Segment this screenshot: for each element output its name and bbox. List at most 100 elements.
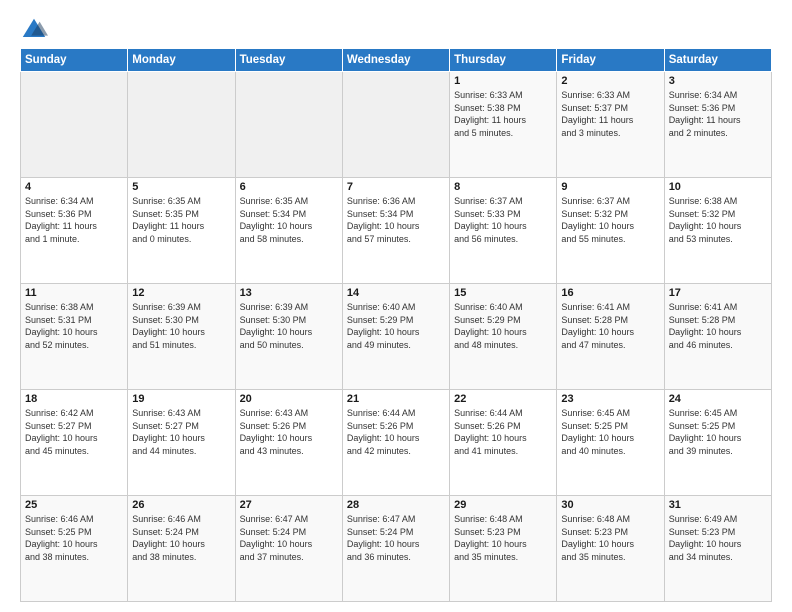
- calendar-week-4: 18 Sunrise: 6:42 AM Sunset: 5:27 PM Dayli…: [21, 390, 772, 496]
- calendar-cell: 6Sunrise: 6:35 AM Sunset: 5:34 PM Daylig…: [235, 178, 342, 284]
- day-number: 18: [25, 393, 123, 405]
- calendar-cell: 19 Sunrise: 6:43 AM Sunset: 5:27 PM Dayli…: [128, 390, 235, 496]
- calendar-cell: 1 Sunrise: 6:33 AM Sunset: 5:38 PM Daylig…: [450, 72, 557, 178]
- day-info: Sunrise: 6:40 AM Sunset: 5:29 PM Dayligh…: [454, 301, 552, 351]
- day-number: 30: [561, 499, 659, 511]
- calendar-week-5: 25 Sunrise: 6:46 AM Sunset: 5:25 PM Dayli…: [21, 496, 772, 602]
- day-number: 21: [347, 393, 445, 405]
- calendar-cell: 30 Sunrise: 6:48 AM Sunset: 5:23 PM Dayli…: [557, 496, 664, 602]
- day-info: Sunrise: 6:46 AM Sunset: 5:25 PM Dayligh…: [25, 513, 123, 563]
- calendar-cell: 25 Sunrise: 6:46 AM Sunset: 5:25 PM Dayli…: [21, 496, 128, 602]
- day-info: Sunrise: 6:43 AM Sunset: 5:27 PM Dayligh…: [132, 407, 230, 457]
- day-number: 24: [669, 393, 767, 405]
- calendar-cell: [235, 72, 342, 178]
- day-info: Sunrise: 6:39 AM Sunset: 5:30 PM Dayligh…: [240, 301, 338, 351]
- day-info: Sunrise: 6:44 AM Sunset: 5:26 PM Dayligh…: [347, 407, 445, 457]
- calendar-cell: 10Sunrise: 6:38 AM Sunset: 5:32 PM Dayli…: [664, 178, 771, 284]
- day-number: 5: [132, 181, 230, 193]
- calendar-cell: 5 Sunrise: 6:35 AM Sunset: 5:35 PM Daylig…: [128, 178, 235, 284]
- calendar-cell: 4 Sunrise: 6:34 AM Sunset: 5:36 PM Daylig…: [21, 178, 128, 284]
- day-number: 11: [25, 287, 123, 299]
- calendar-cell: 17Sunrise: 6:41 AM Sunset: 5:28 PM Dayli…: [664, 284, 771, 390]
- day-info: Sunrise: 6:45 AM Sunset: 5:25 PM Dayligh…: [669, 407, 767, 457]
- calendar-cell: 24 Sunrise: 6:45 AM Sunset: 5:25 PM Dayli…: [664, 390, 771, 496]
- day-info: Sunrise: 6:41 AM Sunset: 5:28 PM Dayligh…: [561, 301, 659, 351]
- day-number: 15: [454, 287, 552, 299]
- day-info: Sunrise: 6:46 AM Sunset: 5:24 PM Dayligh…: [132, 513, 230, 563]
- day-info: Sunrise: 6:48 AM Sunset: 5:23 PM Dayligh…: [561, 513, 659, 563]
- calendar-week-1: 1 Sunrise: 6:33 AM Sunset: 5:38 PM Daylig…: [21, 72, 772, 178]
- day-info: Sunrise: 6:33 AM Sunset: 5:38 PM Dayligh…: [454, 89, 552, 139]
- day-number: 12: [132, 287, 230, 299]
- day-number: 19: [132, 393, 230, 405]
- calendar-cell: 3 Sunrise: 6:34 AM Sunset: 5:36 PM Daylig…: [664, 72, 771, 178]
- calendar-cell: 20 Sunrise: 6:43 AM Sunset: 5:26 PM Dayli…: [235, 390, 342, 496]
- calendar-cell: 31 Sunrise: 6:49 AM Sunset: 5:23 PM Dayli…: [664, 496, 771, 602]
- calendar-header-monday: Monday: [128, 49, 235, 72]
- calendar-cell: [21, 72, 128, 178]
- calendar-cell: [342, 72, 449, 178]
- calendar-cell: 12 Sunrise: 6:39 AM Sunset: 5:30 PM Dayli…: [128, 284, 235, 390]
- day-info: Sunrise: 6:38 AM Sunset: 5:31 PM Dayligh…: [25, 301, 123, 351]
- day-info: Sunrise: 6:49 AM Sunset: 5:23 PM Dayligh…: [669, 513, 767, 563]
- calendar-cell: 27 Sunrise: 6:47 AM Sunset: 5:24 PM Dayli…: [235, 496, 342, 602]
- day-info: Sunrise: 6:38 AM Sunset: 5:32 PM Dayligh…: [669, 195, 767, 245]
- calendar-cell: 16 Sunrise: 6:41 AM Sunset: 5:28 PM Dayli…: [557, 284, 664, 390]
- day-info: Sunrise: 6:45 AM Sunset: 5:25 PM Dayligh…: [561, 407, 659, 457]
- day-number: 14: [347, 287, 445, 299]
- day-number: 7: [347, 181, 445, 193]
- day-info: Sunrise: 6:47 AM Sunset: 5:24 PM Dayligh…: [347, 513, 445, 563]
- day-info: Sunrise: 6:34 AM Sunset: 5:36 PM Dayligh…: [25, 195, 123, 245]
- day-number: 16: [561, 287, 659, 299]
- calendar-cell: 18 Sunrise: 6:42 AM Sunset: 5:27 PM Dayli…: [21, 390, 128, 496]
- day-info: Sunrise: 6:37 AM Sunset: 5:32 PM Dayligh…: [561, 195, 659, 245]
- day-info: Sunrise: 6:36 AM Sunset: 5:34 PM Dayligh…: [347, 195, 445, 245]
- day-info: Sunrise: 6:35 AM Sunset: 5:35 PM Dayligh…: [132, 195, 230, 245]
- calendar-cell: 2 Sunrise: 6:33 AM Sunset: 5:37 PM Daylig…: [557, 72, 664, 178]
- day-number: 2: [561, 75, 659, 87]
- calendar-cell: 7 Sunrise: 6:36 AM Sunset: 5:34 PM Daylig…: [342, 178, 449, 284]
- calendar-cell: [128, 72, 235, 178]
- calendar-cell: 8Sunrise: 6:37 AM Sunset: 5:33 PM Daylig…: [450, 178, 557, 284]
- logo: [20, 16, 54, 44]
- day-number: 25: [25, 499, 123, 511]
- calendar-header-saturday: Saturday: [664, 49, 771, 72]
- day-info: Sunrise: 6:40 AM Sunset: 5:29 PM Dayligh…: [347, 301, 445, 351]
- calendar-header-wednesday: Wednesday: [342, 49, 449, 72]
- calendar-cell: 11 Sunrise: 6:38 AM Sunset: 5:31 PM Dayli…: [21, 284, 128, 390]
- calendar-cell: 29 Sunrise: 6:48 AM Sunset: 5:23 PM Dayli…: [450, 496, 557, 602]
- day-number: 3: [669, 75, 767, 87]
- calendar-cell: 15 Sunrise: 6:40 AM Sunset: 5:29 PM Dayli…: [450, 284, 557, 390]
- day-number: 4: [25, 181, 123, 193]
- day-info: Sunrise: 6:44 AM Sunset: 5:26 PM Dayligh…: [454, 407, 552, 457]
- day-number: 20: [240, 393, 338, 405]
- day-number: 9: [561, 181, 659, 193]
- day-number: 22: [454, 393, 552, 405]
- day-info: Sunrise: 6:42 AM Sunset: 5:27 PM Dayligh…: [25, 407, 123, 457]
- calendar-cell: 21 Sunrise: 6:44 AM Sunset: 5:26 PM Dayli…: [342, 390, 449, 496]
- calendar-header-tuesday: Tuesday: [235, 49, 342, 72]
- calendar-header-thursday: Thursday: [450, 49, 557, 72]
- calendar-cell: 22 Sunrise: 6:44 AM Sunset: 5:26 PM Dayli…: [450, 390, 557, 496]
- day-number: 13: [240, 287, 338, 299]
- day-info: Sunrise: 6:43 AM Sunset: 5:26 PM Dayligh…: [240, 407, 338, 457]
- day-number: 27: [240, 499, 338, 511]
- day-info: Sunrise: 6:37 AM Sunset: 5:33 PM Dayligh…: [454, 195, 552, 245]
- calendar-cell: 28Sunrise: 6:47 AM Sunset: 5:24 PM Dayli…: [342, 496, 449, 602]
- day-info: Sunrise: 6:33 AM Sunset: 5:37 PM Dayligh…: [561, 89, 659, 139]
- day-number: 6: [240, 181, 338, 193]
- day-number: 31: [669, 499, 767, 511]
- day-info: Sunrise: 6:39 AM Sunset: 5:30 PM Dayligh…: [132, 301, 230, 351]
- page: SundayMondayTuesdayWednesdayThursdayFrid…: [0, 0, 792, 612]
- day-info: Sunrise: 6:47 AM Sunset: 5:24 PM Dayligh…: [240, 513, 338, 563]
- day-info: Sunrise: 6:34 AM Sunset: 5:36 PM Dayligh…: [669, 89, 767, 139]
- calendar-cell: 14 Sunrise: 6:40 AM Sunset: 5:29 PM Dayli…: [342, 284, 449, 390]
- day-info: Sunrise: 6:41 AM Sunset: 5:28 PM Dayligh…: [669, 301, 767, 351]
- day-number: 1: [454, 75, 552, 87]
- day-info: Sunrise: 6:48 AM Sunset: 5:23 PM Dayligh…: [454, 513, 552, 563]
- calendar-header-row: SundayMondayTuesdayWednesdayThursdayFrid…: [21, 49, 772, 72]
- day-number: 29: [454, 499, 552, 511]
- header: [20, 16, 772, 44]
- calendar-cell: 26 Sunrise: 6:46 AM Sunset: 5:24 PM Dayli…: [128, 496, 235, 602]
- day-number: 26: [132, 499, 230, 511]
